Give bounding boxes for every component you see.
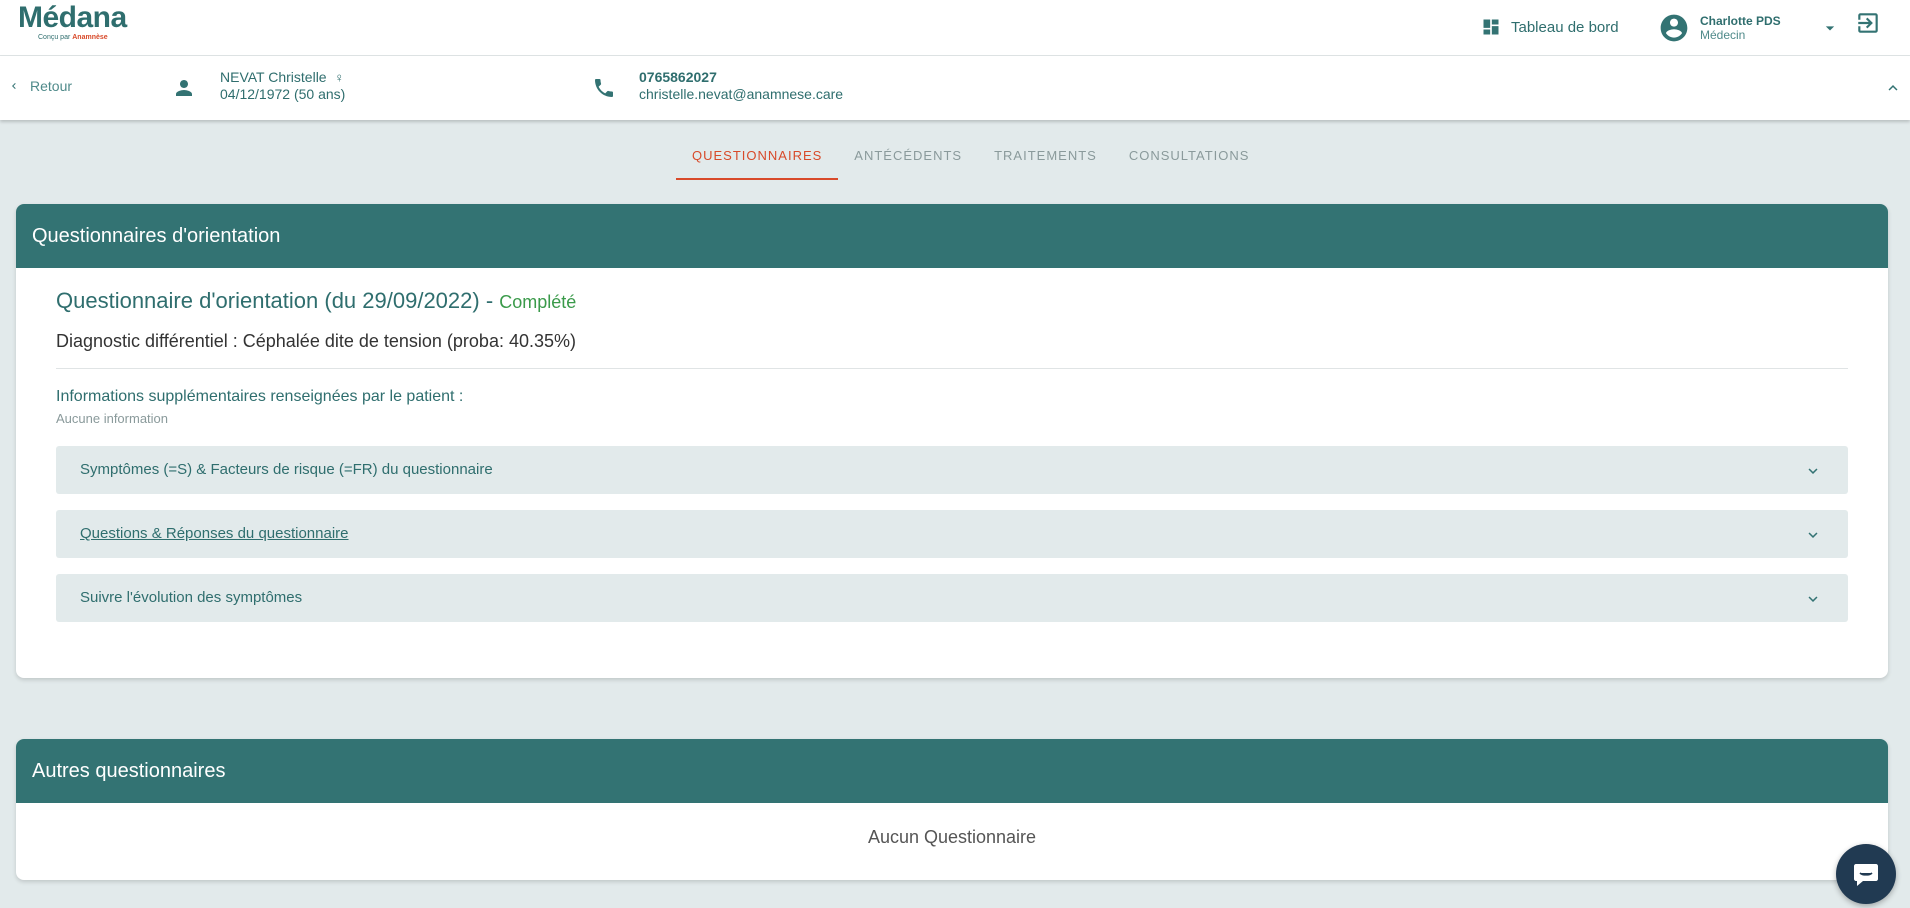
logo-subtitle: Conçu par Anamnèse (38, 34, 108, 41)
back-label: Retour (30, 78, 73, 94)
tab-consultations[interactable]: CONSULTATIONS (1113, 140, 1266, 180)
logout-icon (1858, 13, 1878, 33)
patient-dob: 04/12/1972 (50 ans) (220, 86, 346, 102)
accordion-symptoms[interactable]: Symptômes (=S) & Facteurs de risque (=FR… (56, 446, 1848, 494)
user-name: Charlotte PDS (1700, 14, 1781, 28)
chevron-down-icon (1808, 532, 1818, 538)
empty-message: Aucun Questionnaire (867, 827, 1037, 847)
chevron-down-icon (1808, 596, 1818, 602)
patient-phone[interactable]: 0765862027 (639, 69, 843, 86)
tab-antecedents[interactable]: ANTÉCÉDENTS (838, 140, 978, 180)
chevron-down-icon (1808, 468, 1818, 474)
patient-contact: 0765862027 christelle.nevat@anamnese.car… (639, 69, 843, 103)
differential-diagnosis: Diagnostic différentiel : Céphalée dite … (56, 331, 576, 351)
patient-email[interactable]: christelle.nevat@anamnese.care (639, 86, 843, 103)
extra-info-value: Aucune information (56, 411, 169, 426)
orientation-card: Questionnaires d'orientation Questionnai… (16, 204, 1888, 678)
dashboard-button[interactable]: Tableau de bord (1481, 12, 1619, 42)
phone-icon (592, 76, 616, 105)
orientation-card-header: Questionnaires d'orientation (16, 204, 1888, 268)
female-icon: ♀ (334, 70, 345, 85)
accordion-label: Questions & Réponses du questionnaire (80, 525, 349, 542)
accordion-label: Symptômes (=S) & Facteurs de risque (=FR… (80, 461, 493, 478)
caret-down-icon[interactable] (1820, 18, 1840, 38)
section-tabs: QUESTIONNAIRES ANTÉCÉDENTS TRAITEMENTS C… (676, 140, 1265, 180)
tab-traitements[interactable]: TRAITEMENTS (978, 140, 1113, 180)
user-menu[interactable]: Charlotte PDS Médecin (1658, 6, 1840, 50)
patient-name: NEVAT Christelle (220, 69, 327, 85)
chevron-left-icon (12, 83, 16, 89)
questionnaire-title: Questionnaire d'orientation (du 29/09/20… (56, 288, 577, 313)
status-badge: Complété (499, 292, 577, 312)
back-button[interactable]: Retour (8, 78, 72, 94)
logout-button[interactable] (1855, 10, 1881, 41)
other-questionnaires-header: Autres questionnaires (16, 739, 1888, 803)
patient-bar: Retour NEVAT Christelle ♀ 04/12/1972 (50… (0, 56, 1910, 120)
extra-info-label: Informations supplémentaires renseignées… (56, 388, 464, 405)
divider (56, 368, 1848, 369)
other-questionnaires-card: Autres questionnaires Aucun Questionnair… (16, 739, 1888, 880)
top-navbar: Médana Conçu par Anamnèse Tableau de bor… (0, 0, 1910, 56)
chat-bubble-icon (1854, 864, 1878, 886)
user-role: Médecin (1700, 28, 1746, 42)
tab-questionnaires[interactable]: QUESTIONNAIRES (676, 140, 839, 180)
accordion-symptom-evolution[interactable]: Suivre l'évolution des symptômes (56, 574, 1848, 622)
dashboard-icon (1483, 19, 1499, 35)
person-icon (172, 76, 196, 105)
patient-info: NEVAT Christelle ♀ 04/12/1972 (50 ans) (220, 69, 345, 103)
chevron-up-icon (1888, 85, 1898, 91)
accordion-label: Suivre l'évolution des symptômes (80, 589, 303, 606)
chat-button[interactable] (1836, 844, 1896, 904)
dashboard-label: Tableau de bord (1511, 18, 1619, 36)
app-logo[interactable]: Médana Conçu par Anamnèse (18, 2, 127, 42)
accordion-questions-answers[interactable]: Questions & Réponses du questionnaire (56, 510, 1848, 558)
logo-text: Médana (18, 1, 127, 34)
collapse-button[interactable] (1884, 79, 1902, 102)
account-circle-icon (1660, 14, 1688, 42)
